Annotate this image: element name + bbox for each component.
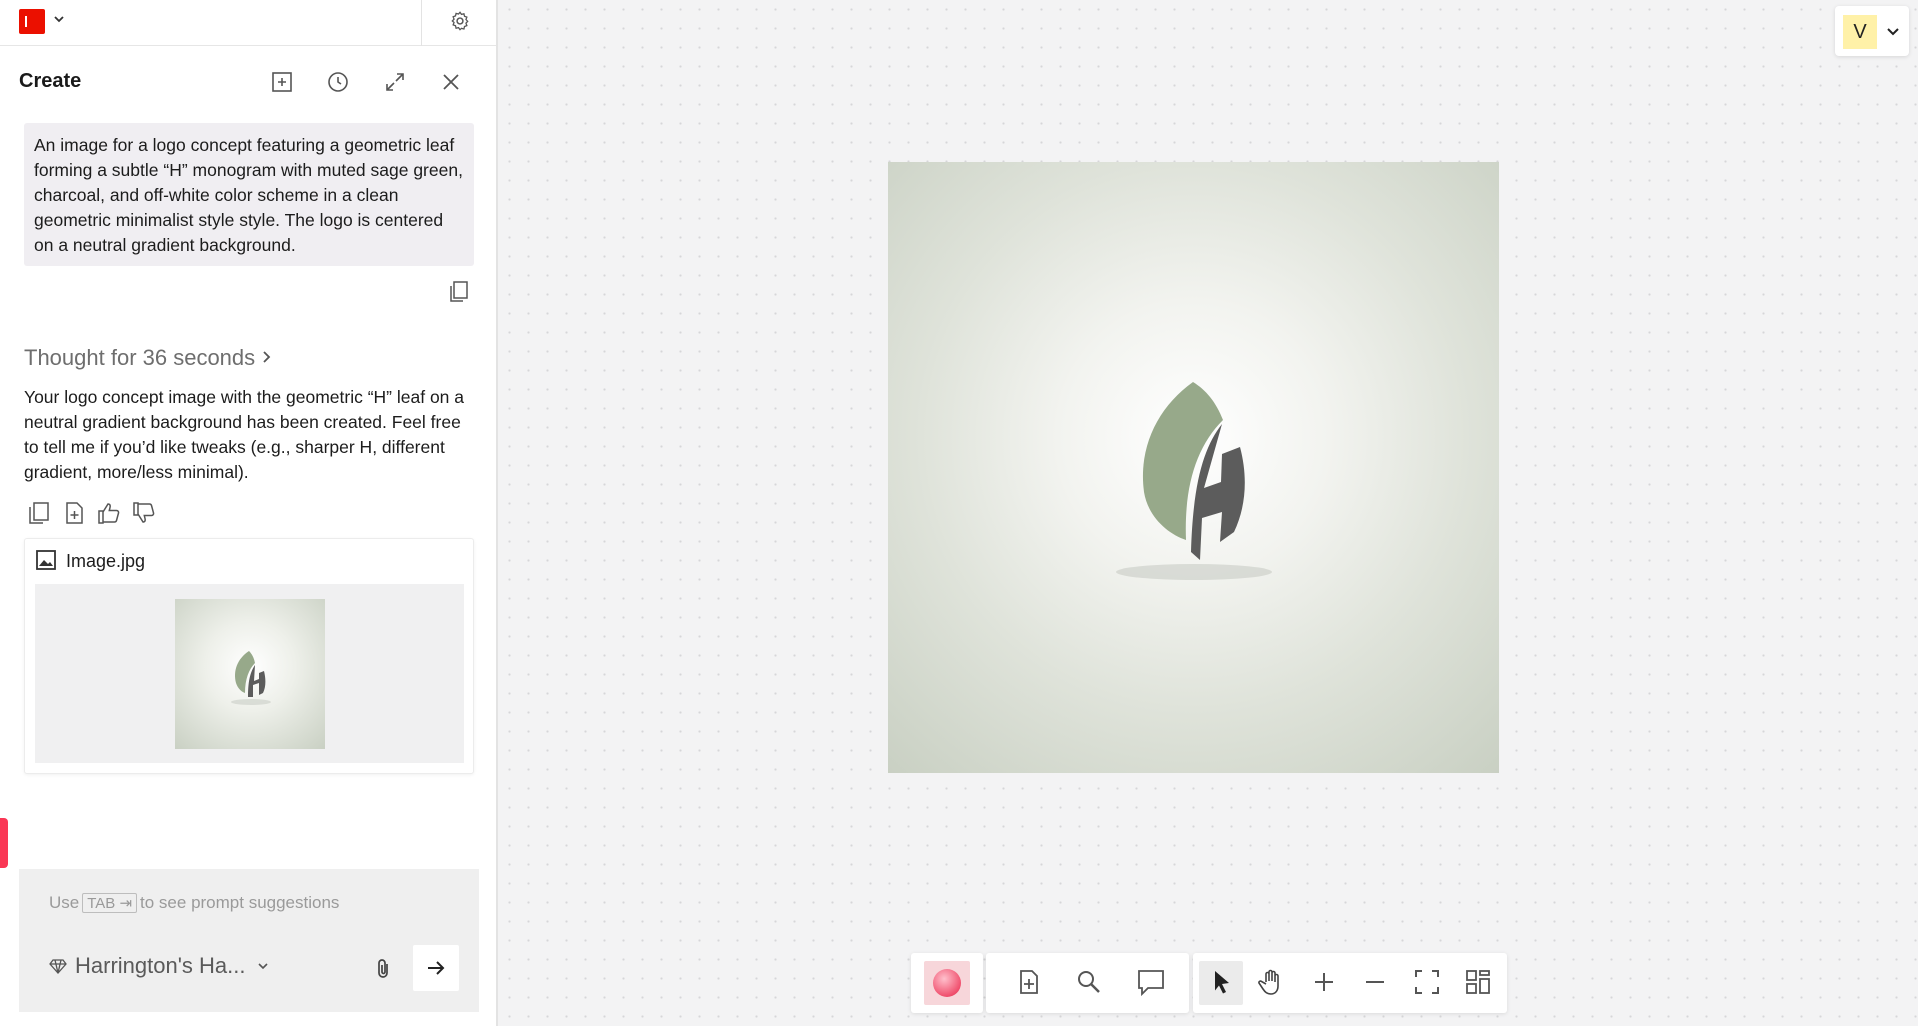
search-icon[interactable] — [1074, 967, 1104, 997]
feedback-tab[interactable] — [0, 818, 8, 868]
user-menu[interactable]: V — [1835, 6, 1909, 56]
app-logo-icon[interactable] — [19, 9, 45, 34]
comment-icon[interactable] — [1136, 967, 1166, 997]
thought-label: Thought for 36 seconds — [24, 345, 256, 370]
prompt-composer[interactable]: Use TAB ⇥ to see prompt suggestions Harrin… — [19, 869, 479, 1012]
avatar: V — [1843, 15, 1877, 49]
grid-view-icon[interactable] — [1463, 967, 1493, 997]
thumbs-down-icon[interactable] — [131, 500, 157, 526]
chevron-right-icon — [261, 345, 273, 371]
model-selector[interactable]: Harrington's Ha... — [49, 953, 270, 979]
copy-icon[interactable] — [26, 500, 52, 526]
add-to-canvas-icon[interactable] — [61, 500, 87, 526]
assistant-response: Your logo concept image with the geometr… — [24, 387, 465, 482]
generated-logo-image[interactable] — [888, 162, 1499, 773]
history-icon[interactable] — [326, 70, 350, 94]
color-swatch-icon[interactable] — [924, 961, 970, 1005]
copy-icon[interactable] — [448, 280, 470, 304]
zoom-in-icon[interactable] — [1309, 967, 1339, 997]
attachment-preview[interactable] — [35, 584, 464, 763]
create-panel: Create An image for a logo concept featu… — [0, 0, 498, 1026]
gear-icon[interactable] — [449, 10, 471, 32]
zoom-out-icon[interactable] — [1360, 967, 1390, 997]
diamond-icon — [49, 959, 67, 974]
attachment-name: Image.jpg — [66, 551, 146, 571]
tab-key-hint: TAB ⇥ — [82, 893, 138, 913]
select-arrow-icon[interactable] — [1206, 967, 1236, 997]
send-button[interactable] — [413, 945, 459, 991]
prompt-input[interactable]: Use TAB ⇥ to see prompt suggestions — [49, 893, 339, 913]
chevron-down-icon — [1887, 28, 1899, 36]
divider — [421, 0, 422, 46]
color-toolbar — [911, 953, 983, 1013]
attachment-card[interactable]: Image.jpg — [24, 538, 474, 774]
model-label: Harrington's Ha... — [75, 953, 246, 978]
paperclip-icon[interactable] — [371, 957, 395, 981]
chevron-down-icon — [257, 963, 268, 970]
thought-toggle[interactable]: Thought for 36 seconds — [24, 345, 273, 371]
image-icon — [36, 550, 56, 570]
hand-icon[interactable] — [1257, 967, 1287, 997]
new-chat-icon[interactable] — [270, 70, 294, 94]
expand-icon[interactable] — [383, 70, 407, 94]
close-icon[interactable] — [439, 70, 463, 94]
fit-screen-icon[interactable] — [1412, 967, 1442, 997]
panel-title: Create — [19, 70, 82, 92]
navigation-toolbar — [1193, 953, 1507, 1013]
top-bar — [0, 0, 496, 46]
add-page-icon[interactable] — [1013, 967, 1043, 997]
document-toolbar — [986, 953, 1189, 1013]
arrow-right-icon — [428, 961, 445, 975]
thumbnail-image — [175, 599, 325, 749]
thumbs-up-icon[interactable] — [96, 500, 122, 526]
user-prompt: An image for a logo concept featuring a … — [24, 123, 474, 266]
chevron-down-icon[interactable] — [52, 12, 66, 26]
